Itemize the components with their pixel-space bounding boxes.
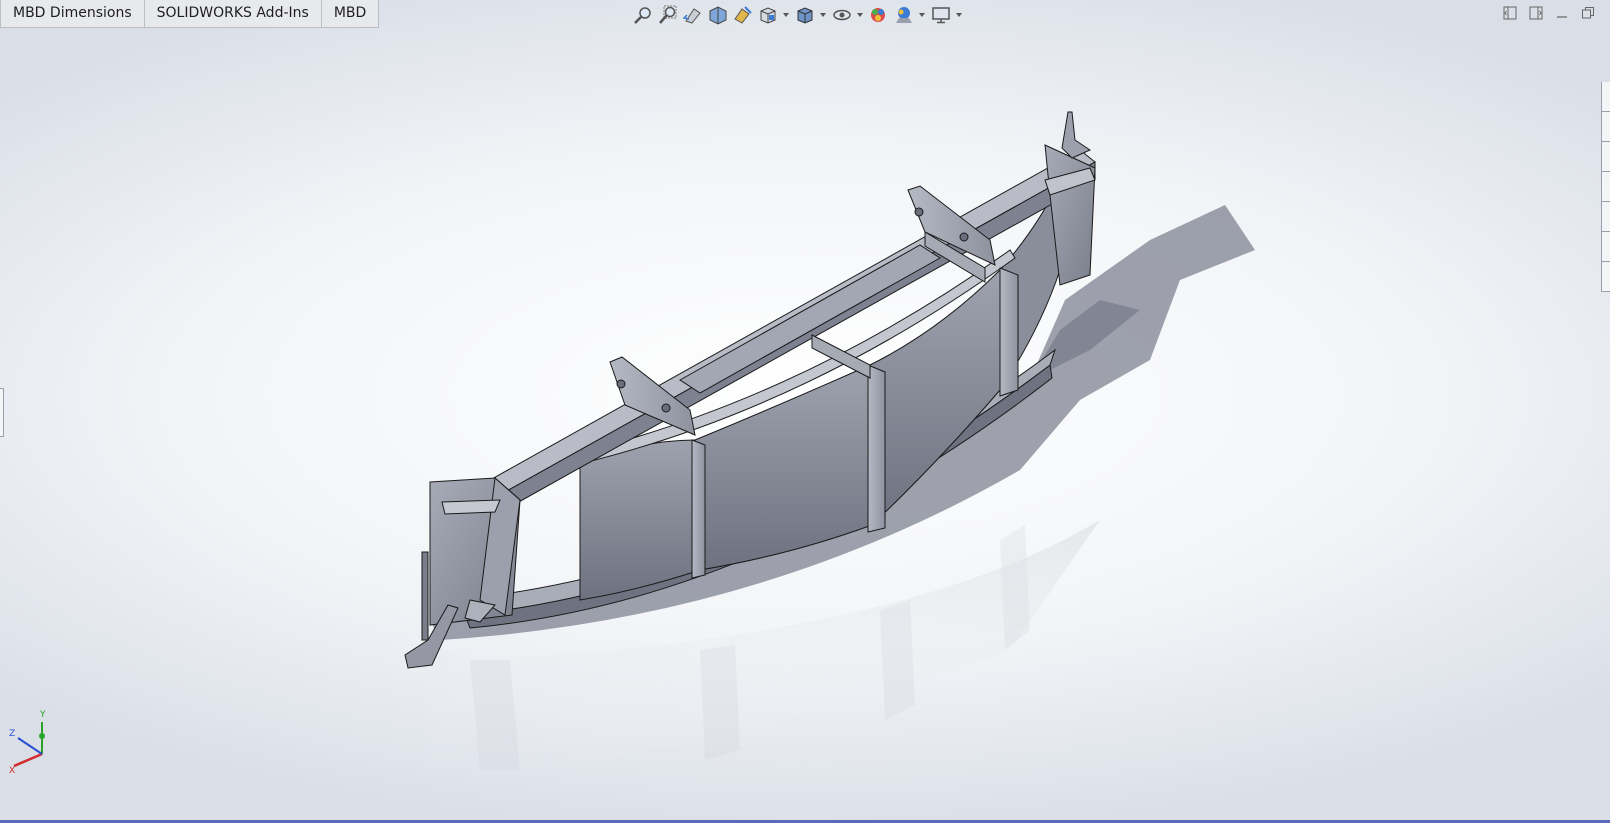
window-controls [1502, 5, 1596, 21]
reference-triad[interactable]: Y X Z [4, 706, 54, 776]
triad-z-label: Z [9, 729, 15, 739]
triad-x-label: X [9, 766, 15, 776]
zoom-to-fit-icon[interactable] [632, 4, 654, 26]
apply-scene-dropdown-icon[interactable] [918, 4, 926, 26]
task-pane-tabs [1601, 82, 1610, 292]
display-style-icon[interactable] [794, 4, 816, 26]
triad-x-axis [13, 752, 43, 768]
graphics-area[interactable] [0, 0, 1610, 820]
task-pane-tab[interactable] [1602, 142, 1610, 172]
hide-show-items-dropdown-icon[interactable] [856, 4, 864, 26]
hide-show-items-icon[interactable] [831, 4, 853, 26]
view-settings-icon[interactable] [930, 4, 952, 26]
zoom-to-area-icon[interactable] [657, 4, 679, 26]
tab-solidworks-add-ins[interactable]: SOLIDWORKS Add-Ins [144, 0, 322, 27]
triad-y-handle [39, 733, 45, 739]
previous-view-icon[interactable] [682, 4, 704, 26]
task-pane-tab[interactable] [1602, 112, 1610, 142]
command-manager-tabs: MBD Dimensions SOLIDWORKS Add-Ins MBD [0, 0, 380, 28]
tile-right-icon[interactable] [1528, 5, 1544, 21]
tab-mbd[interactable]: MBD [321, 0, 380, 27]
task-pane-tab[interactable] [1602, 262, 1610, 292]
section-view-icon[interactable] [707, 4, 729, 26]
dynamic-annotation-view-icon[interactable] [732, 4, 754, 26]
model-render[interactable] [0, 0, 1610, 820]
task-pane-tab[interactable] [1602, 82, 1610, 112]
minimize-icon[interactable] [1554, 5, 1570, 21]
left-end-plate [404, 476, 521, 669]
heads-up-view-toolbar [632, 4, 967, 26]
task-pane-tab[interactable] [1602, 172, 1610, 202]
feature-manager-toggle[interactable] [0, 388, 4, 437]
apply-scene-icon[interactable] [893, 4, 915, 26]
triad-y-label: Y [39, 710, 46, 720]
triad-z-axis [17, 737, 43, 755]
restore-icon[interactable] [1580, 5, 1596, 21]
view-orientation-dropdown-icon[interactable] [782, 4, 790, 26]
view-settings-dropdown-icon[interactable] [955, 4, 963, 26]
view-orientation-icon[interactable] [757, 4, 779, 26]
edit-appearance-icon[interactable] [868, 4, 890, 26]
display-style-dropdown-icon[interactable] [819, 4, 827, 26]
task-pane-tab[interactable] [1602, 202, 1610, 232]
tile-left-icon[interactable] [1502, 5, 1518, 21]
tab-mbd-dimensions[interactable]: MBD Dimensions [0, 0, 145, 27]
task-pane-tab[interactable] [1602, 232, 1610, 262]
